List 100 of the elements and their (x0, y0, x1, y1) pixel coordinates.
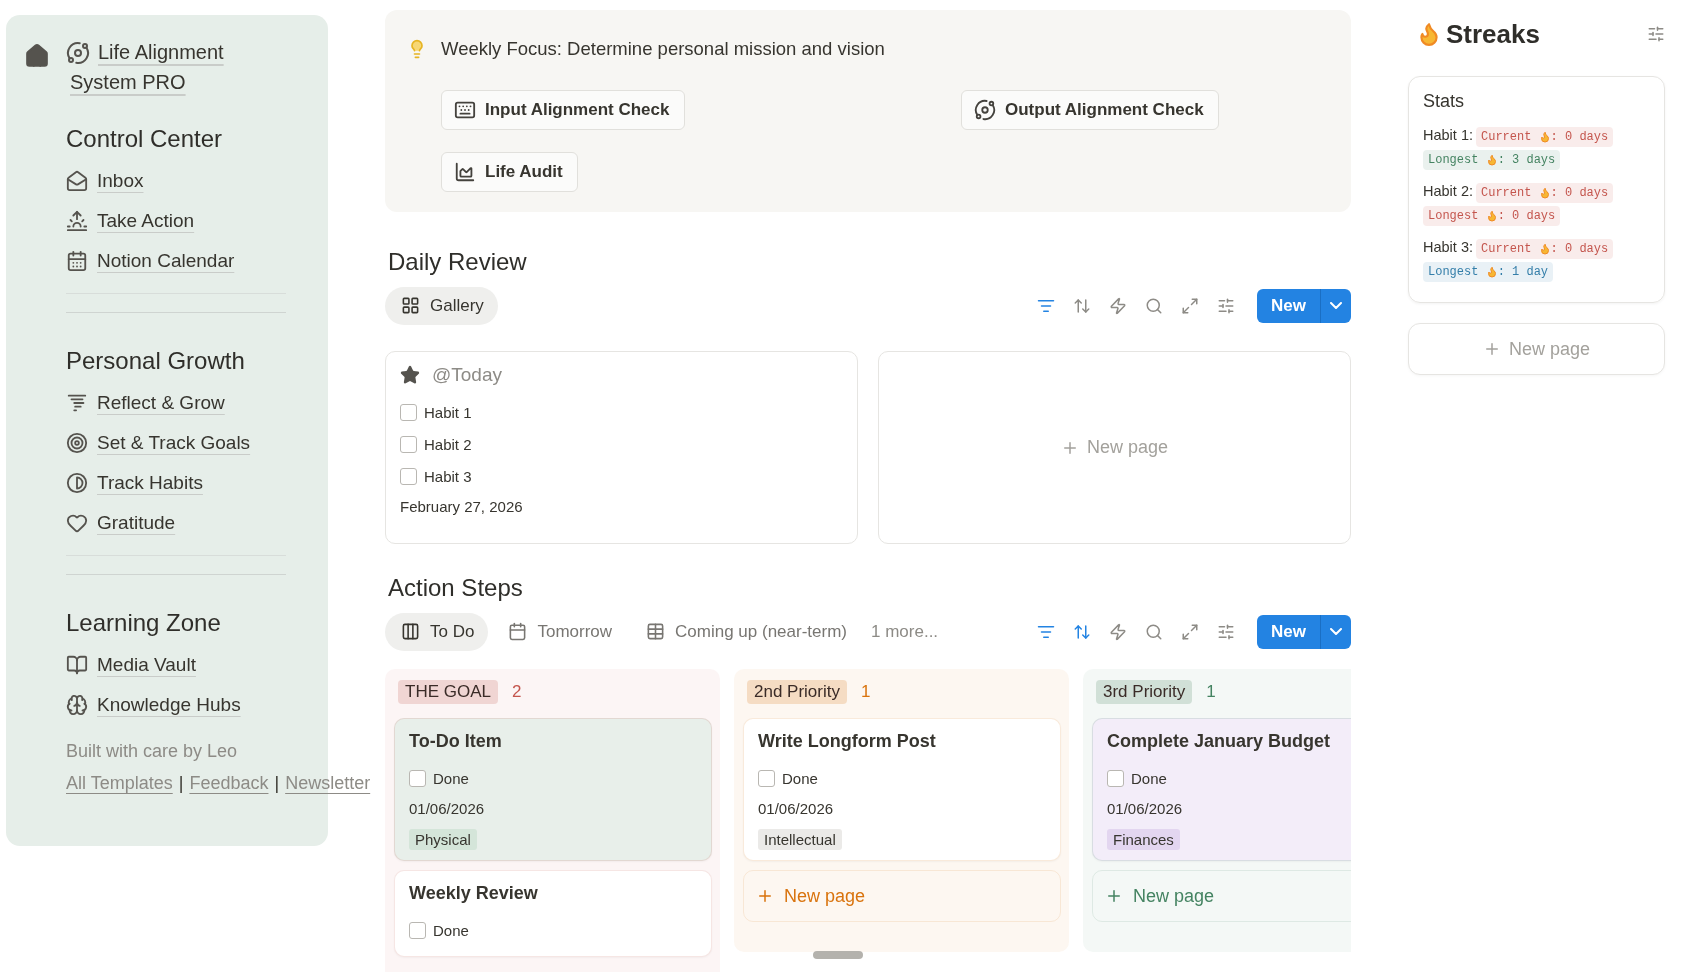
sidebar-link[interactable]: Track Habits (66, 463, 308, 503)
separator-text: | (178, 773, 184, 793)
grid-icon (401, 296, 420, 315)
settings-icon (1217, 622, 1236, 641)
date-text: 01/06/2026 (409, 800, 486, 818)
calendar-icon (508, 622, 528, 642)
credit-text: Built with care by Leo (66, 739, 239, 763)
section-title: Action Steps (388, 574, 524, 603)
keyboard-icon (454, 99, 476, 121)
new-dropdown-button[interactable] (1321, 614, 1351, 649)
habit-label: Habit 3 (424, 467, 472, 485)
section-heading: Control Center (66, 125, 224, 153)
workspace-title-link[interactable]: Life Alignment System PRO (70, 37, 250, 97)
view-tab[interactable]: Coming up (near-term) (630, 612, 861, 651)
checkbox[interactable] (409, 921, 426, 939)
scrollbar-thumb[interactable] (813, 951, 863, 960)
lightning-icon (1109, 622, 1128, 641)
planet-icon (974, 99, 996, 121)
action-button[interactable]: Input Alignment Check (441, 90, 685, 130)
streak-badge: Current : 0 days (1476, 239, 1614, 259)
streak-badge: Longest : 3 days (1423, 150, 1561, 170)
new-button[interactable]: New (1257, 614, 1321, 649)
view-tab[interactable]: Tomorrow (492, 612, 627, 651)
checkbox[interactable] (1107, 769, 1124, 787)
date-text: 01/06/2026 (758, 800, 835, 818)
checkbox[interactable] (758, 769, 775, 787)
streak-badge: Longest : 0 days (1423, 206, 1561, 226)
star-icon (400, 365, 420, 386)
board-card[interactable]: Write Longform Post Done 01/06/2026 Intellectual (743, 718, 1061, 862)
planet-icon (66, 41, 90, 65)
streaks-title: Streaks (1446, 18, 1540, 50)
streak-badge: Current : 0 days (1476, 127, 1614, 147)
home-icon[interactable] (24, 43, 50, 69)
streak-badge: Current : 0 days (1476, 183, 1614, 203)
action-button[interactable]: Life Audit (441, 152, 578, 192)
lightning-icon (1109, 296, 1128, 315)
category-tag: Intellectual (758, 829, 842, 851)
chevron-down-icon (1330, 628, 1342, 636)
sidebar-link[interactable]: Set & Track Goals (66, 423, 308, 463)
streak-badge: Longest : 1 day (1423, 262, 1554, 282)
done-label: Done (433, 921, 469, 939)
new-button[interactable]: New (1257, 288, 1321, 323)
view-tab[interactable]: To Do (385, 612, 489, 651)
sidebar-link[interactable]: Media Vault (66, 645, 308, 685)
card-title: To-Do Item (409, 731, 503, 753)
section-heading: Learning Zone (66, 609, 222, 637)
weekly-focus-text: Weekly Focus: Determine personal mission and vision (441, 38, 885, 60)
section-title: Daily Review (388, 248, 528, 276)
group-count: 1 (1206, 682, 1216, 703)
checkbox[interactable] (400, 403, 417, 421)
category-tag: Physical (409, 829, 477, 851)
calendar-icon (66, 250, 88, 272)
group-tag: THE GOAL (398, 680, 498, 705)
checkbox[interactable] (400, 435, 417, 453)
group-tag: 3rd Priority (1096, 680, 1193, 705)
habit-label: Habit 1: (1423, 127, 1473, 143)
done-label: Done (1131, 769, 1167, 787)
half-circle-icon (66, 472, 88, 494)
columns-icon (401, 622, 420, 642)
group-count: 2 (511, 682, 522, 703)
brain-icon (66, 694, 88, 716)
habit-label: Habit 3: (1423, 239, 1473, 255)
board-card[interactable]: To-Do Item Done 01/06/2026 Physical (394, 718, 712, 862)
sunrise-icon (66, 210, 88, 232)
target-icon (66, 432, 88, 454)
tornado-icon (66, 392, 88, 414)
view-tab[interactable]: Gallery (385, 286, 498, 325)
habit-label: Habit 2 (424, 435, 472, 453)
section-heading: Personal Growth (66, 347, 246, 375)
checkbox[interactable] (409, 769, 426, 787)
expand-icon (1181, 296, 1200, 315)
book-icon (66, 654, 88, 676)
stats-title: Stats (1423, 91, 1466, 112)
heart-icon (66, 512, 88, 534)
board-card[interactable]: Weekly Review Done (394, 870, 712, 958)
sort-icon (1073, 622, 1092, 641)
habit-label: Habit 1 (424, 403, 472, 421)
action-button[interactable]: Output Alignment Check (961, 90, 1219, 130)
gallery-card[interactable]: @Today Habit 1 Habit 2 Habit 3 February 27, 2026 (385, 351, 858, 545)
new-page-button[interactable]: New page (1092, 870, 1351, 923)
expand-icon (1181, 622, 1200, 641)
sidebar-link[interactable]: Knowledge Hubs (66, 685, 308, 725)
settings-icon (1217, 296, 1236, 315)
settings-icon[interactable] (1647, 25, 1665, 43)
separator-text: | (274, 773, 280, 793)
sidebar-link[interactable]: Gratitude (66, 503, 308, 543)
sidebar-link[interactable]: Take Action (66, 201, 308, 241)
table-icon (646, 622, 666, 642)
done-label: Done (433, 769, 469, 787)
card-title: Complete January Budget (1107, 731, 1332, 753)
checkbox[interactable] (400, 467, 417, 485)
card-title: Write Longform Post (758, 731, 937, 753)
board-card[interactable]: Complete January Budget Done 01/06/2026 Finances (1092, 718, 1351, 862)
sidebar-link[interactable]: Notion Calendar (66, 241, 308, 281)
sidebar-link[interactable]: Inbox (66, 161, 308, 201)
new-dropdown-button[interactable] (1321, 288, 1351, 323)
category-tag: Finances (1107, 829, 1180, 851)
sidebar-link[interactable]: Reflect & Grow (66, 383, 308, 423)
done-label: Done (782, 769, 818, 787)
group-tag: 2nd Priority (747, 680, 847, 705)
